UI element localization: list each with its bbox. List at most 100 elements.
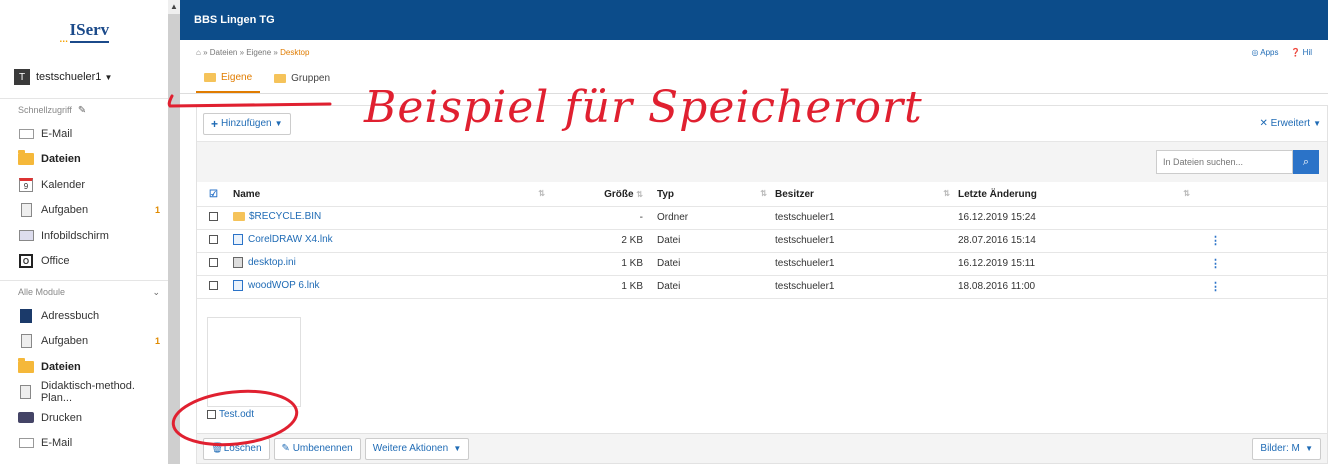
col-owner[interactable]: Besitzer ⇅ <box>775 183 958 207</box>
caret-down-icon: ▼ <box>104 72 113 82</box>
search-icon[interactable]: ⌕ <box>1293 150 1319 174</box>
sidebar-item-infoscreen[interactable]: Infobildschirm <box>0 223 168 249</box>
sidebar-item-addressbook[interactable]: Adressbuch <box>0 303 168 329</box>
file-name: CorelDRAW X4.lnk <box>248 233 333 245</box>
help-link[interactable]: ❓ Hil <box>1290 48 1312 57</box>
breadcrumb-sep: » <box>239 47 245 57</box>
col-date[interactable]: Letzte Änderung ⇅ <box>958 183 1198 207</box>
file-name: $RECYCLE.BIN <box>249 211 322 222</box>
file-icon <box>233 279 243 291</box>
select-all-checkbox[interactable]: ☑ <box>197 183 233 207</box>
breadcrumb-item-own[interactable]: Eigene <box>246 48 271 57</box>
file-thumbnail[interactable] <box>207 317 301 407</box>
breadcrumb-sep: » <box>273 47 278 57</box>
col-label: Typ <box>657 188 675 200</box>
file-link[interactable]: woodWOP 6.lnk <box>233 279 320 291</box>
tab-own[interactable]: Eigene <box>196 63 261 93</box>
sidebar-item-label: E-Mail <box>41 127 73 140</box>
sort-icon: ⇅ <box>760 188 767 198</box>
kebab-menu-icon[interactable]: ⋮ <box>1198 229 1328 253</box>
search-input[interactable] <box>1156 150 1293 174</box>
sidebar-item-didactic[interactable]: Didaktisch-method. Plan... <box>0 380 168 406</box>
sidebar-item-tasks-module[interactable]: Aufgaben 1 <box>0 329 168 355</box>
logo-text: IServ <box>69 20 110 43</box>
col-size[interactable]: Größe ⇅ <box>553 183 657 207</box>
plus-icon: + <box>211 116 219 131</box>
header-bar: BBS Lingen TG <box>180 0 1328 40</box>
top-links: ◎ Apps ❓ Hil <box>1251 48 1312 57</box>
scroll-up-icon[interactable]: ▲ <box>168 0 180 14</box>
thumbnail-label[interactable]: Test.odt <box>207 409 254 420</box>
row-checkbox[interactable] <box>209 211 218 221</box>
folder-icon <box>17 357 35 374</box>
table-row[interactable]: woodWOP 6.lnk 1 KB Datei testschueler1 1… <box>197 275 1328 299</box>
delete-button[interactable]: 🗑 Löschen <box>203 437 270 460</box>
file-name: desktop.ini <box>248 256 296 268</box>
sidebar-item-label: Dateien <box>41 360 81 373</box>
pencil-icon: ✎ <box>281 443 293 454</box>
advanced-button[interactable]: ✕ Erweitert ▼ <box>1259 118 1321 129</box>
task-icon <box>17 203 35 218</box>
view-size-label: Bilder: M <box>1260 443 1300 454</box>
col-name[interactable]: Name ⇅ <box>233 183 553 207</box>
trash-icon: 🗑 <box>211 443 224 454</box>
home-icon[interactable]: ⌂ <box>196 48 201 57</box>
sidebar: ... IServ T testschueler1 ▼ Schnellzugri… <box>0 0 168 464</box>
table-row[interactable]: $RECYCLE.BIN - Ordner testschueler1 16.1… <box>197 206 1328 230</box>
sidebar-item-print[interactable]: Drucken <box>0 405 168 431</box>
sidebar-scrollbar[interactable]: ▲ <box>168 0 180 464</box>
table-row[interactable]: desktop.ini 1 KB Datei testschueler1 16.… <box>197 252 1328 276</box>
file-owner: testschueler1 <box>775 275 958 299</box>
more-actions-button[interactable]: Weitere Aktionen ▼ <box>364 437 470 460</box>
sidebar-item-label: Adressbuch <box>41 309 100 322</box>
sidebar-item-email[interactable]: E-Mail <box>0 121 168 147</box>
row-checkbox[interactable] <box>209 257 218 267</box>
kebab-menu-icon[interactable] <box>1198 206 1328 230</box>
sidebar-item-calendar[interactable]: 9 Kalender <box>0 172 168 198</box>
file-link[interactable]: CorelDRAW X4.lnk <box>233 233 333 245</box>
sidebar-item-email-module[interactable]: E-Mail <box>0 431 168 457</box>
file-link[interactable]: desktop.ini <box>233 256 296 268</box>
file-link[interactable]: $RECYCLE.BIN <box>233 211 321 222</box>
screen-icon <box>17 229 35 243</box>
sort-icon: ⇅ <box>943 188 950 198</box>
mail-icon <box>17 127 35 141</box>
col-type[interactable]: Typ ⇅ <box>657 183 775 207</box>
sidebar-item-label: Kalender <box>41 178 86 191</box>
folder-icon <box>204 72 216 82</box>
rename-button[interactable]: ✎ Umbenennen <box>273 437 361 460</box>
file-type: Datei <box>657 275 775 299</box>
file-size: - <box>553 206 657 230</box>
user-menu[interactable]: T testschueler1 ▼ <box>0 62 168 92</box>
document-icon <box>17 385 35 400</box>
apps-link[interactable]: ◎ Apps <box>1251 48 1278 57</box>
sidebar-item-office[interactable]: O Office <box>0 249 168 275</box>
caret-down-icon: ▼ <box>1302 444 1313 453</box>
sidebar-item-files[interactable]: Dateien <box>0 147 168 173</box>
add-button[interactable]: + Hinzufügen ▼ <box>203 112 291 135</box>
mail-icon <box>17 436 35 450</box>
pencil-icon[interactable]: ✎ <box>78 105 86 116</box>
kebab-menu-icon[interactable]: ⋮ <box>1198 252 1328 276</box>
row-checkbox[interactable] <box>209 234 218 244</box>
thumbnail-file-name[interactable]: Test.odt <box>219 409 254 420</box>
table-row[interactable]: CorelDRAW X4.lnk 2 KB Datei testschueler… <box>197 229 1328 253</box>
row-checkbox[interactable] <box>209 280 218 290</box>
calendar-icon: 9 <box>17 177 35 192</box>
rename-label: Umbenennen <box>292 443 353 454</box>
view-size-select[interactable]: Bilder: M ▼ <box>1252 437 1321 460</box>
sidebar-item-files-module[interactable]: Dateien <box>0 354 168 380</box>
file-date: 28.07.2016 15:14 <box>958 229 1198 253</box>
breadcrumb-item-files[interactable]: Dateien <box>210 48 238 57</box>
main-content: BBS Lingen TG ⌂ » Dateien » Eigene » Des… <box>180 0 1328 464</box>
sidebar-item-tasks[interactable]: Aufgaben 1 <box>0 198 168 224</box>
tab-groups[interactable]: Gruppen <box>266 63 338 93</box>
delete-label: Löschen <box>223 443 262 454</box>
thumbnail-checkbox[interactable] <box>207 410 216 419</box>
file-size: 1 KB <box>553 275 657 299</box>
kebab-menu-icon[interactable]: ⋮ <box>1198 275 1328 299</box>
caret-down-icon: ▼ <box>1313 119 1321 128</box>
all-modules-title[interactable]: Alle Module ⌄ <box>0 281 168 303</box>
breadcrumb-sep: » <box>203 47 208 57</box>
iserv-logo[interactable]: ... IServ <box>0 0 168 62</box>
